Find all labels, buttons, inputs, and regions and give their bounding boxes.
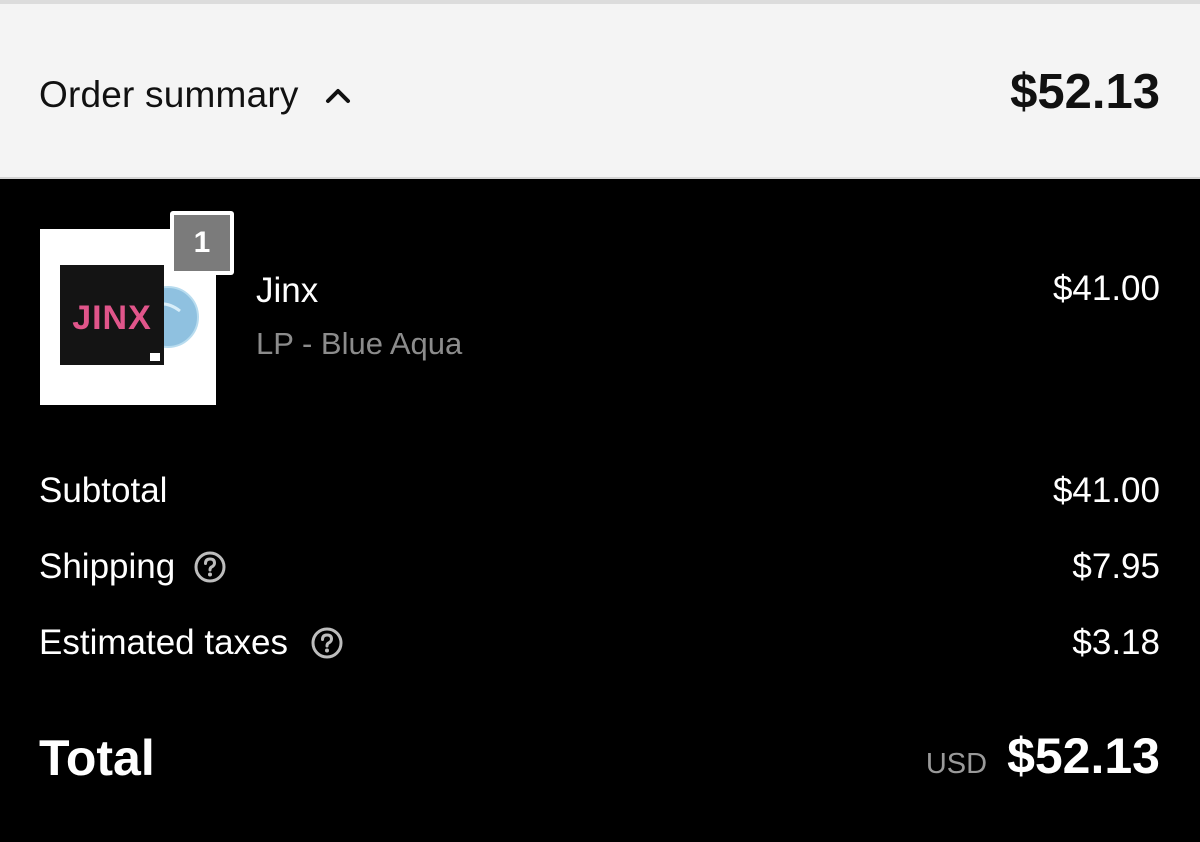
album-cover-title: JINX bbox=[72, 299, 152, 337]
subtotal-label: Subtotal bbox=[39, 471, 168, 510]
shipping-value: $7.95 bbox=[1072, 547, 1160, 586]
shipping-help-icon[interactable] bbox=[193, 550, 227, 584]
quantity-badge: 1 bbox=[170, 211, 234, 275]
taxes-label: Estimated taxes bbox=[39, 623, 288, 662]
product-price: $41.00 bbox=[1052, 269, 1160, 308]
total-value-group: USD $52.13 bbox=[926, 727, 1160, 785]
product-variant: LP - Blue Aqua bbox=[256, 326, 463, 361]
total-label: Total bbox=[39, 730, 155, 786]
shipping-row: Shipping $7.95 bbox=[39, 547, 1160, 591]
chevron-up-icon[interactable] bbox=[323, 83, 353, 107]
taxes-row: Estimated taxes $3.18 bbox=[39, 623, 1160, 667]
header-total-price: $52.13 bbox=[1010, 65, 1160, 119]
order-summary-header[interactable]: Order summary $52.13 bbox=[0, 4, 1200, 179]
subtotal-value: $41.00 bbox=[1052, 471, 1160, 510]
total-amount: $52.13 bbox=[1007, 728, 1160, 784]
order-summary-panel: JINX 1 Jinx LP - Blue Aqua $41.00 Subtot… bbox=[0, 181, 1200, 842]
taxes-help-icon[interactable] bbox=[310, 626, 344, 660]
order-summary-toggle[interactable]: Order summary bbox=[39, 70, 353, 120]
shipping-label: Shipping bbox=[39, 547, 176, 586]
order-summary-label: Order summary bbox=[39, 74, 299, 115]
product-name: Jinx bbox=[256, 271, 319, 310]
product-thumbnail: JINX 1 bbox=[40, 211, 234, 405]
taxes-value: $3.18 bbox=[1072, 623, 1160, 662]
quantity-value: 1 bbox=[174, 215, 230, 271]
subtotal-row: Subtotal $41.00 bbox=[39, 471, 1160, 515]
currency-code: USD bbox=[925, 748, 988, 780]
